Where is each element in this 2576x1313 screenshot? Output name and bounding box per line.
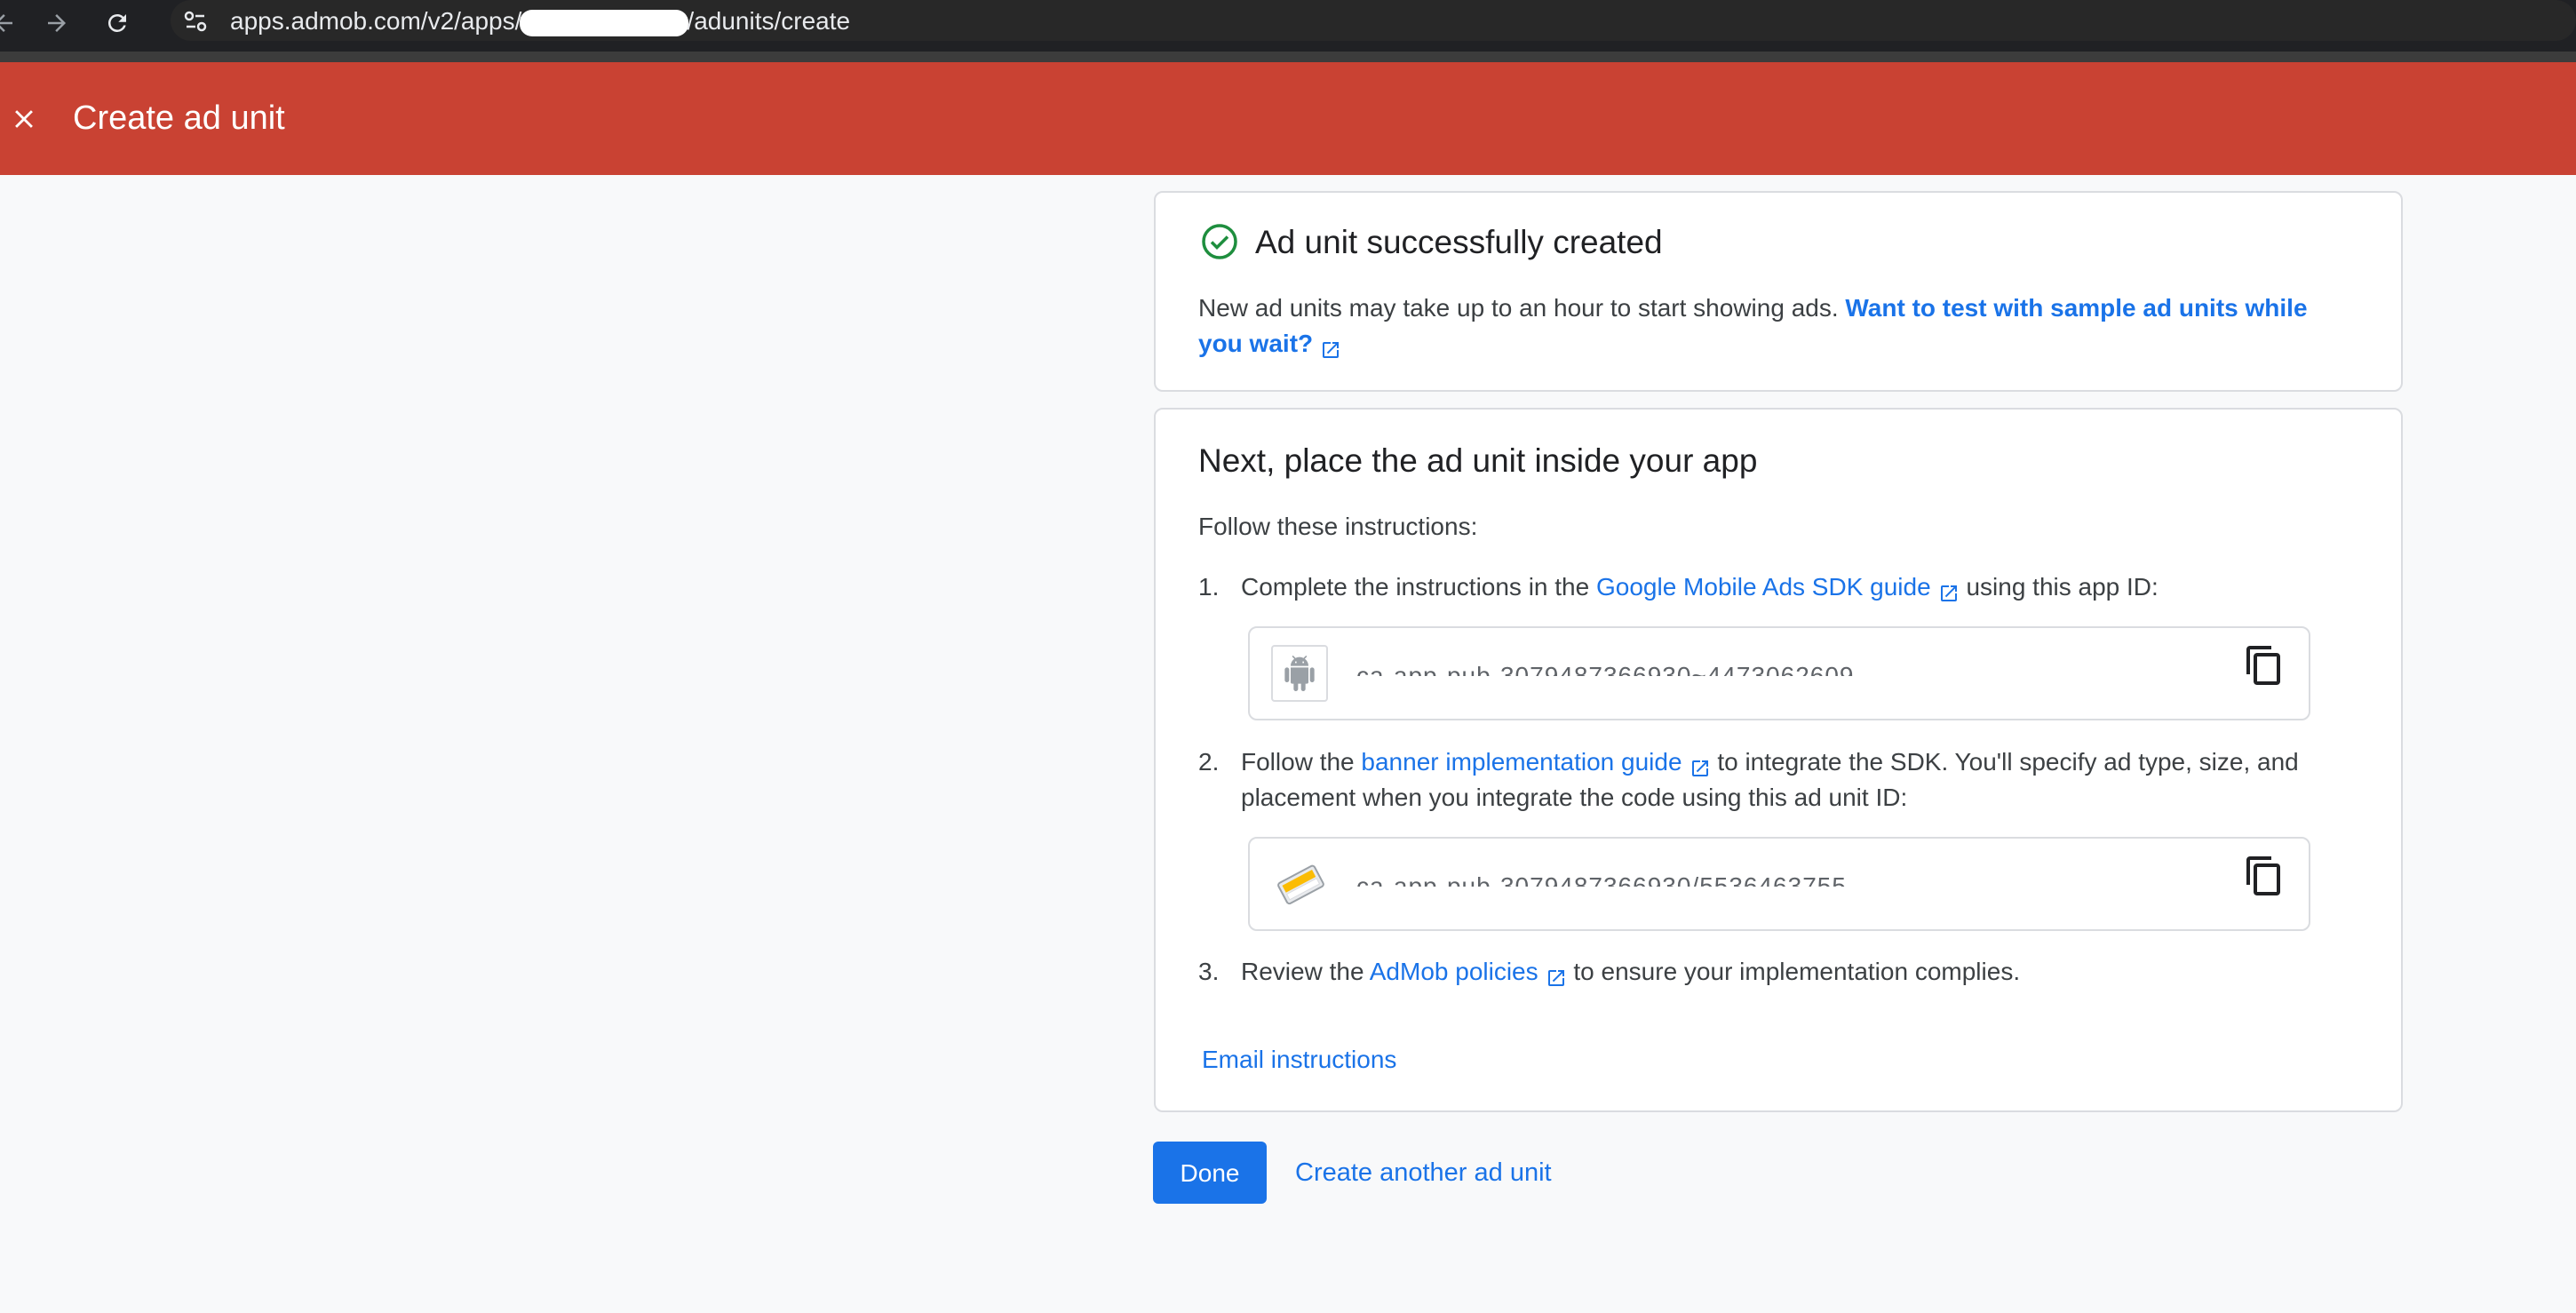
site-settings-icon[interactable]	[179, 5, 211, 37]
step-3-after: to ensure your implementation complies.	[1566, 958, 2021, 985]
email-instructions-link[interactable]: Email instructions	[1202, 1042, 1396, 1078]
success-message-text: New ad units may take up to an hour to s…	[1198, 294, 1839, 322]
step-number: 2.	[1198, 748, 1220, 776]
banner-ad-icon	[1271, 855, 1330, 912]
instructions-intro: Follow these instructions:	[1198, 513, 1478, 540]
sdk-guide-link[interactable]: Google Mobile Ads SDK guide	[1596, 573, 1960, 601]
step-3-text: Review the AdMob policies to ensure your…	[1241, 954, 2307, 990]
external-link-icon	[1938, 578, 1960, 601]
step-1-after: using this app ID:	[1959, 573, 2159, 601]
app-id-box: ca-app-pub-3079487366930~4473062609	[1248, 626, 2310, 720]
close-icon[interactable]	[5, 98, 43, 140]
url-suffix: /adunits/create	[687, 7, 851, 35]
banner-guide-link[interactable]: banner implementation guide	[1361, 748, 1710, 776]
step-2-before: Follow the	[1241, 748, 1362, 776]
instructions-card: Next, place the ad unit inside your app …	[1154, 408, 2403, 1112]
external-link-icon	[1690, 753, 1711, 776]
reload-icon[interactable]	[98, 4, 137, 43]
instructions-title: Next, place the ad unit inside your app	[1198, 442, 1758, 479]
ad-unit-id-value: ca-app-pub-3079487366930/5536463755	[1356, 872, 1847, 900]
admob-policies-link-label: AdMob policies	[1369, 958, 1538, 985]
app-header	[0, 62, 2576, 175]
check-circle-icon	[1200, 222, 1239, 261]
url-prefix: apps.admob.com/v2/apps/	[230, 7, 522, 35]
app-id-value: ca-app-pub-3079487366930~4473062609	[1356, 662, 1855, 689]
success-title: Ad unit successfully created	[1255, 224, 1663, 260]
create-another-ad-unit-button[interactable]: Create another ad unit	[1295, 1155, 1552, 1190]
copy-icon[interactable]	[2243, 644, 2286, 690]
step-3-before: Review the	[1241, 958, 1370, 985]
external-link-icon	[1546, 963, 1567, 986]
done-button[interactable]: Done	[1153, 1142, 1267, 1204]
ad-unit-id-box: ca-app-pub-3079487366930/5536463755	[1248, 837, 2310, 931]
sdk-guide-link-label: Google Mobile Ads SDK guide	[1595, 573, 1931, 601]
admob-policies-link[interactable]: AdMob policies	[1369, 958, 1567, 986]
redacted-app-id	[520, 9, 689, 36]
external-link-icon	[1320, 335, 1341, 358]
back-arrow-icon[interactable]	[0, 4, 23, 43]
forward-arrow-icon[interactable]	[37, 4, 76, 43]
step-number: 1.	[1198, 573, 1220, 601]
success-card: Ad unit successfully created New ad unit…	[1154, 191, 2403, 392]
step-1-text: Complete the instructions in the Google …	[1241, 569, 2307, 605]
step-number: 3.	[1198, 958, 1220, 985]
page-title: Create ad unit	[73, 99, 285, 137]
step-1-before: Complete the instructions in the	[1241, 573, 1596, 601]
android-icon	[1271, 645, 1328, 702]
banner-guide-link-label: banner implementation guide	[1361, 748, 1682, 776]
url-text[interactable]: apps.admob.com/v2/apps/ /adunits/create	[230, 5, 850, 37]
copy-icon[interactable]	[2243, 855, 2286, 901]
step-2-text: Follow the banner implementation guide t…	[1241, 744, 2307, 816]
success-message: New ad units may take up to an hour to s…	[1198, 290, 2353, 362]
browser-divider	[0, 52, 2576, 62]
